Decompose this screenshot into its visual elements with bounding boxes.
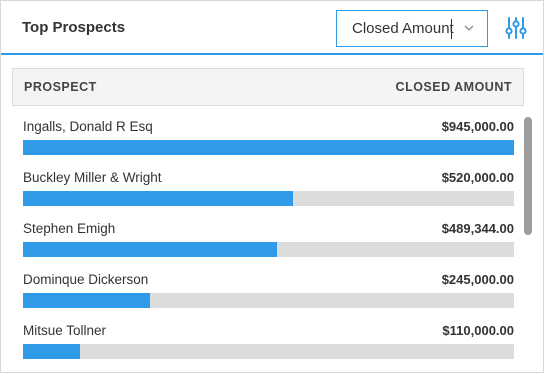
amount-bar-track [23,191,514,206]
closed-amount: $489,344.00 [441,221,514,236]
prospect-name: Buckley Miller & Wright [23,170,162,185]
table-row[interactable]: Dominque Dickerson $245,000.00 [12,259,514,310]
prospect-name: Mitsue Tollner [23,323,107,338]
table-header: PROSPECT CLOSED AMOUNT [12,68,524,106]
prospect-name: Dominque Dickerson [23,272,149,287]
amount-bar [23,140,514,155]
chevron-down-icon [464,25,474,31]
closed-amount: $245,000.00 [441,272,514,287]
vertical-scrollbar[interactable] [524,117,532,235]
column-header-prospect[interactable]: PROSPECT [24,80,97,94]
amount-bar [23,344,80,359]
sort-by-value: Closed Amount [352,20,454,37]
table-row[interactable]: Ingalls, Donald R Esq $945,000.00 [12,106,514,157]
table-body: Ingalls, Donald R Esq $945,000.00 Buckle… [12,106,525,368]
amount-bar [23,242,277,257]
table-row[interactable]: Buckley Miller & Wright $520,000.00 [12,157,514,208]
top-prospects-widget: Top Prospects Closed Amount PROSPECT CLO… [0,0,544,373]
widget-title: Top Prospects [22,19,126,36]
closed-amount: $945,000.00 [441,119,514,134]
amount-bar [23,293,150,308]
amount-bar-track [23,293,514,308]
sliders-icon[interactable] [504,16,528,40]
column-header-closed-amount[interactable]: CLOSED AMOUNT [396,80,512,94]
amount-bar [23,191,293,206]
sort-by-select[interactable]: Closed Amount [336,10,488,47]
table-row[interactable]: Mitsue Tollner $110,000.00 [12,310,514,361]
prospect-name: Stephen Emigh [23,221,116,236]
amount-bar-track [23,140,514,155]
closed-amount: $520,000.00 [441,170,514,185]
widget-header: Top Prospects Closed Amount [1,1,543,55]
table-row[interactable]: Stephen Emigh $489,344.00 [12,208,514,259]
prospect-name: Ingalls, Donald R Esq [23,119,153,134]
amount-bar-track [23,242,514,257]
amount-bar-track [23,344,514,359]
text-cursor [451,19,452,39]
prospects-table: PROSPECT CLOSED AMOUNT Ingalls, Donald R… [12,68,525,368]
closed-amount: $110,000.00 [442,323,514,338]
